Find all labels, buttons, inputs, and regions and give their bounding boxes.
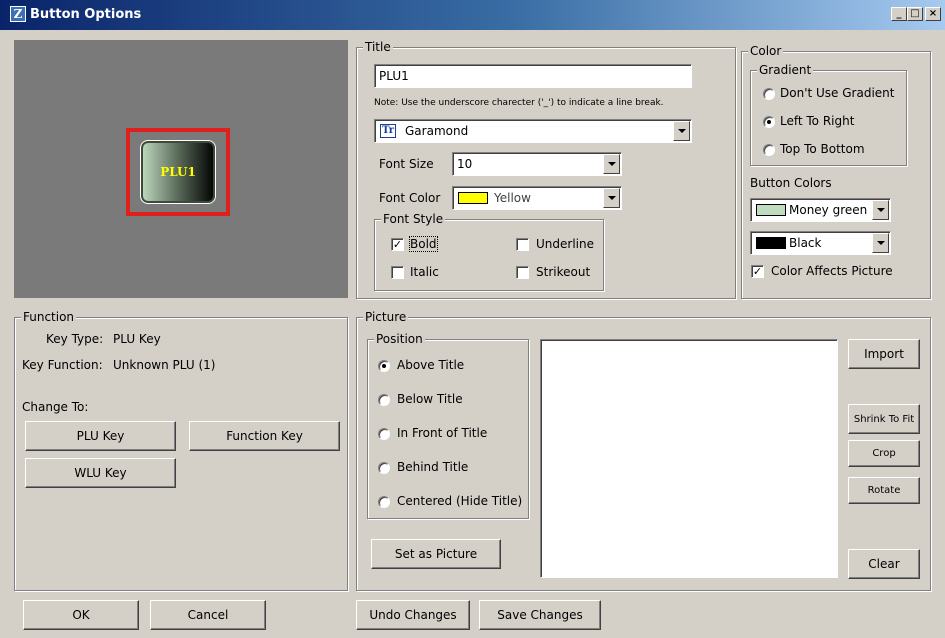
button-color1-value: Money green bbox=[789, 203, 868, 217]
font-color-select[interactable]: Yellow bbox=[452, 186, 622, 210]
crop-button[interactable]: Crop bbox=[848, 440, 920, 467]
title-input-value: PLU1 bbox=[379, 69, 409, 83]
in-front-of-title-radio[interactable] bbox=[378, 428, 390, 440]
button-colors-label: Button Colors bbox=[750, 176, 832, 190]
picture-group: Picture Position Above Title Below Title… bbox=[356, 310, 931, 591]
italic-label[interactable]: Italic bbox=[410, 265, 439, 279]
line-break-note: Note: Use the underscore charecter ('_')… bbox=[374, 98, 664, 108]
font-color-value: Yellow bbox=[494, 191, 531, 205]
color-affects-picture-checkbox[interactable]: ✓ bbox=[751, 265, 764, 278]
button-color1-select[interactable]: Money green bbox=[750, 198, 891, 222]
strikeout-checkbox[interactable] bbox=[516, 266, 529, 279]
color-affects-picture-label[interactable]: Color Affects Picture bbox=[771, 264, 893, 278]
chevron-down-icon[interactable] bbox=[872, 233, 889, 253]
window-controls: _ □ × bbox=[891, 7, 941, 21]
chevron-down-icon[interactable] bbox=[673, 121, 690, 141]
rotate-button[interactable]: Rotate bbox=[848, 477, 920, 504]
top-to-bottom-label[interactable]: Top To Bottom bbox=[780, 142, 865, 156]
set-as-picture-button[interactable]: Set as Picture bbox=[371, 539, 501, 569]
font-size-value: 10 bbox=[457, 157, 473, 171]
gradient-legend: Gradient bbox=[757, 63, 814, 77]
bold-checkbox[interactable]: ✓ bbox=[391, 238, 404, 251]
key-type-label: Key Type: bbox=[46, 332, 104, 346]
font-color-swatch bbox=[458, 192, 488, 204]
button-color2-value: Black bbox=[789, 236, 822, 250]
app-icon[interactable]: Z bbox=[10, 6, 26, 22]
chevron-down-icon[interactable] bbox=[872, 200, 889, 220]
minimize-icon[interactable]: _ bbox=[891, 7, 907, 21]
font-style-group: Font Style ✓ Bold Underline Italic Strik… bbox=[374, 212, 604, 291]
function-legend: Function bbox=[21, 310, 77, 324]
change-to-label: Change To: bbox=[22, 400, 89, 414]
left-to-right-radio[interactable] bbox=[763, 116, 775, 128]
picture-legend: Picture bbox=[363, 310, 409, 324]
font-size-label: Font Size bbox=[379, 157, 434, 171]
below-title-radio[interactable] bbox=[378, 394, 390, 406]
no-gradient-radio[interactable] bbox=[763, 88, 775, 100]
truetype-font-icon: Tr bbox=[380, 124, 396, 138]
clear-button[interactable]: Clear bbox=[848, 549, 920, 579]
cancel-button[interactable]: Cancel bbox=[150, 600, 266, 630]
font-name-select[interactable]: Tr Garamond bbox=[374, 119, 692, 143]
key-function-value: Unknown PLU (1) bbox=[113, 358, 216, 372]
underline-checkbox[interactable] bbox=[516, 238, 529, 251]
font-name-value: Garamond bbox=[405, 124, 469, 138]
bold-label[interactable]: Bold bbox=[409, 236, 438, 252]
color-group-legend: Color bbox=[748, 44, 784, 58]
behind-title-label[interactable]: Behind Title bbox=[397, 460, 468, 474]
font-size-select[interactable]: 10 bbox=[452, 152, 622, 176]
no-gradient-label[interactable]: Don't Use Gradient bbox=[780, 86, 894, 100]
preview-button[interactable]: PLU1 bbox=[140, 140, 216, 204]
below-title-label[interactable]: Below Title bbox=[397, 392, 463, 406]
title-group-legend: Title bbox=[363, 40, 393, 54]
wlu-key-button[interactable]: WLU Key bbox=[25, 458, 176, 488]
close-icon[interactable]: × bbox=[925, 7, 941, 21]
preview-selection-outline: PLU1 bbox=[126, 128, 230, 216]
above-title-label[interactable]: Above Title bbox=[397, 358, 464, 372]
position-legend: Position bbox=[374, 332, 425, 346]
import-button[interactable]: Import bbox=[848, 339, 920, 369]
position-group: Position Above Title Below Title In Fron… bbox=[367, 332, 529, 519]
maximize-icon[interactable]: □ bbox=[907, 7, 923, 21]
button-color2-select[interactable]: Black bbox=[750, 231, 891, 255]
key-function-label: Key Function: bbox=[22, 358, 103, 372]
italic-checkbox[interactable] bbox=[391, 266, 404, 279]
centered-hide-title-radio[interactable] bbox=[378, 496, 390, 508]
shrink-to-fit-button[interactable]: Shrink To Fit bbox=[848, 404, 920, 434]
picture-preview-area[interactable] bbox=[540, 339, 838, 578]
chevron-down-icon[interactable] bbox=[603, 188, 620, 208]
money-green-swatch bbox=[756, 204, 786, 216]
behind-title-radio[interactable] bbox=[378, 462, 390, 474]
save-changes-button[interactable]: Save Changes bbox=[479, 600, 601, 630]
chevron-down-icon[interactable] bbox=[603, 154, 620, 174]
top-to-bottom-radio[interactable] bbox=[763, 144, 775, 156]
underline-label[interactable]: Underline bbox=[536, 237, 594, 251]
left-to-right-label[interactable]: Left To Right bbox=[780, 114, 854, 128]
button-preview-panel: PLU1 bbox=[14, 40, 348, 298]
ok-button[interactable]: OK bbox=[23, 600, 139, 630]
in-front-of-title-label[interactable]: In Front of Title bbox=[397, 426, 487, 440]
function-group: Function Key Type: PLU Key Key Function:… bbox=[14, 310, 348, 591]
key-type-value: PLU Key bbox=[113, 332, 161, 346]
black-swatch bbox=[756, 237, 786, 249]
color-group: Color Gradient Don't Use Gradient Left T… bbox=[741, 44, 931, 299]
font-color-label: Font Color bbox=[379, 191, 441, 205]
strikeout-label[interactable]: Strikeout bbox=[536, 265, 590, 279]
title-input[interactable]: PLU1 bbox=[374, 64, 692, 88]
window-title: Button Options bbox=[30, 7, 142, 22]
preview-button-label: PLU1 bbox=[160, 165, 196, 179]
font-style-legend: Font Style bbox=[381, 212, 446, 226]
function-key-button[interactable]: Function Key bbox=[189, 421, 340, 451]
undo-changes-button[interactable]: Undo Changes bbox=[356, 600, 470, 630]
above-title-radio[interactable] bbox=[378, 360, 390, 372]
gradient-group: Gradient Don't Use Gradient Left To Righ… bbox=[750, 63, 907, 166]
title-group: Title PLU1 Note: Use the underscore char… bbox=[356, 40, 736, 299]
button-options-window: Z Button Options _ □ × PLU1 Title PLU1 N… bbox=[0, 0, 945, 638]
title-bar: Z Button Options _ □ × bbox=[0, 0, 945, 30]
centered-hide-title-label[interactable]: Centered (Hide Title) bbox=[397, 494, 522, 508]
plu-key-button[interactable]: PLU Key bbox=[25, 421, 176, 451]
